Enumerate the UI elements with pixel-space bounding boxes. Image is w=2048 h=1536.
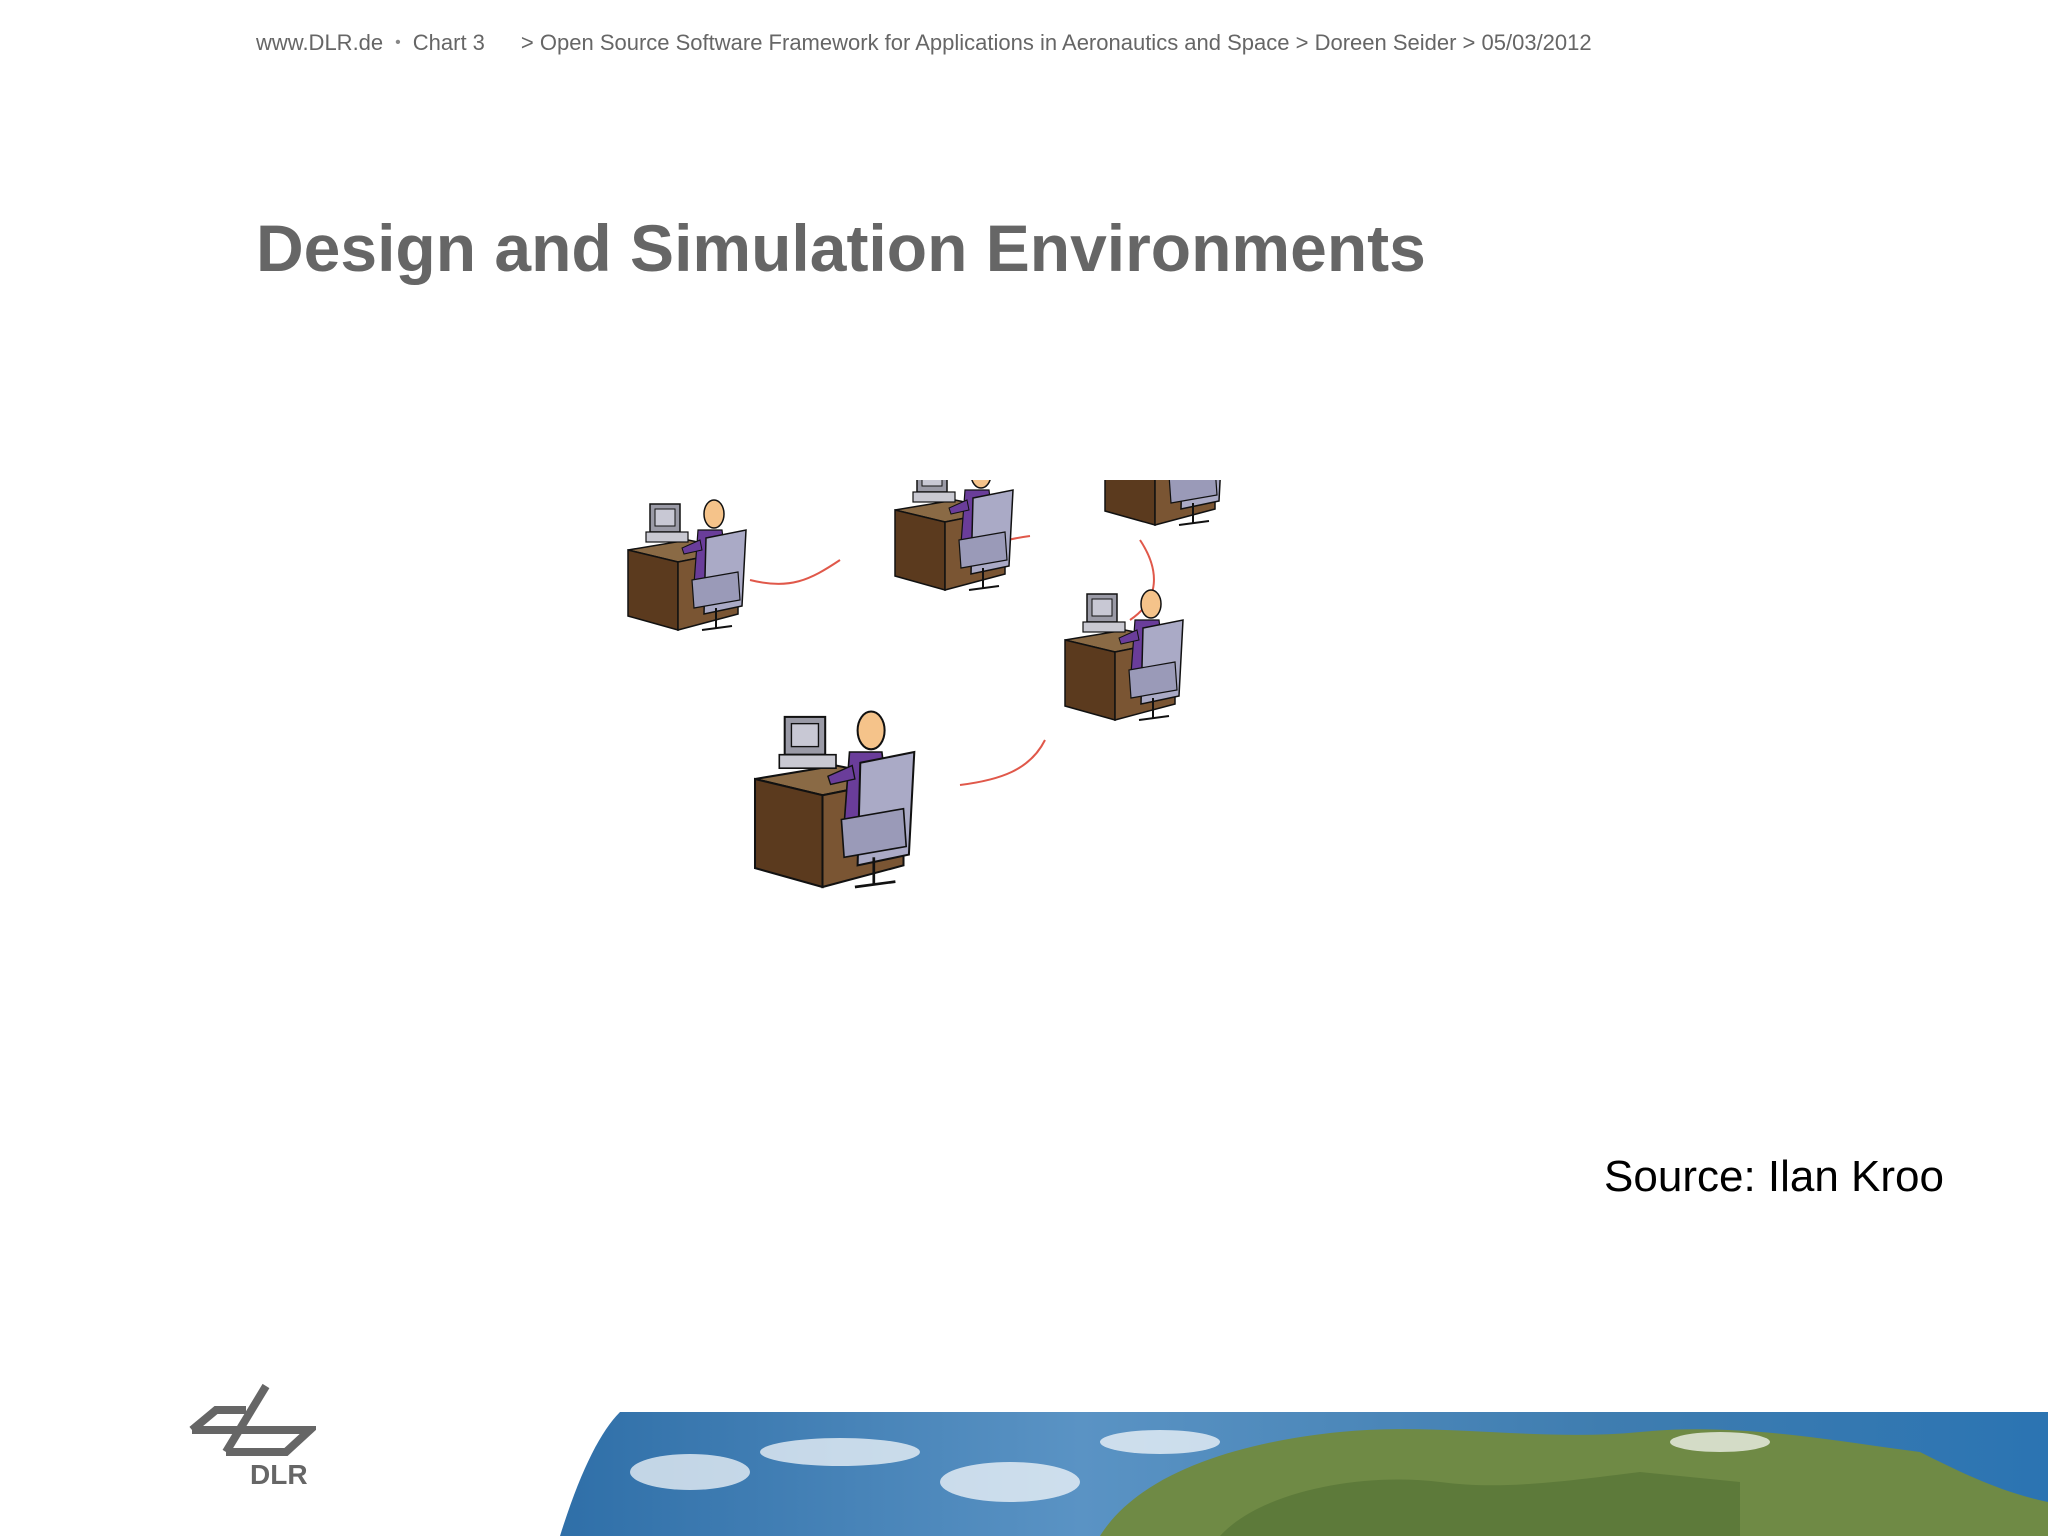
site-url: www.DLR.de [256,30,384,55]
network-link [749,559,841,585]
source-credit: Source: Ilan Kroo [1604,1152,1944,1201]
workstation [753,710,916,889]
slide-header: www.DLR.de • Chart 3 > Open Source Softw… [256,28,1592,58]
slide-title: Design and Simulation Environments [256,211,1426,285]
chart-number: Chart 3 [412,30,485,55]
header-breadcrumb: > Open Source Software Framework for App… [520,30,1592,55]
workstation [627,499,747,631]
dlr-logo-icon: DLR [189,1383,316,1490]
workstation [894,480,1014,591]
earth-banner-image [560,1412,2048,1536]
logo-text: DLR [250,1459,308,1490]
workstation [1064,589,1184,721]
workstation [1104,480,1224,526]
header-separator: • [395,34,401,51]
network-link [959,739,1046,786]
networked-workstations-illustration [627,480,1224,889]
